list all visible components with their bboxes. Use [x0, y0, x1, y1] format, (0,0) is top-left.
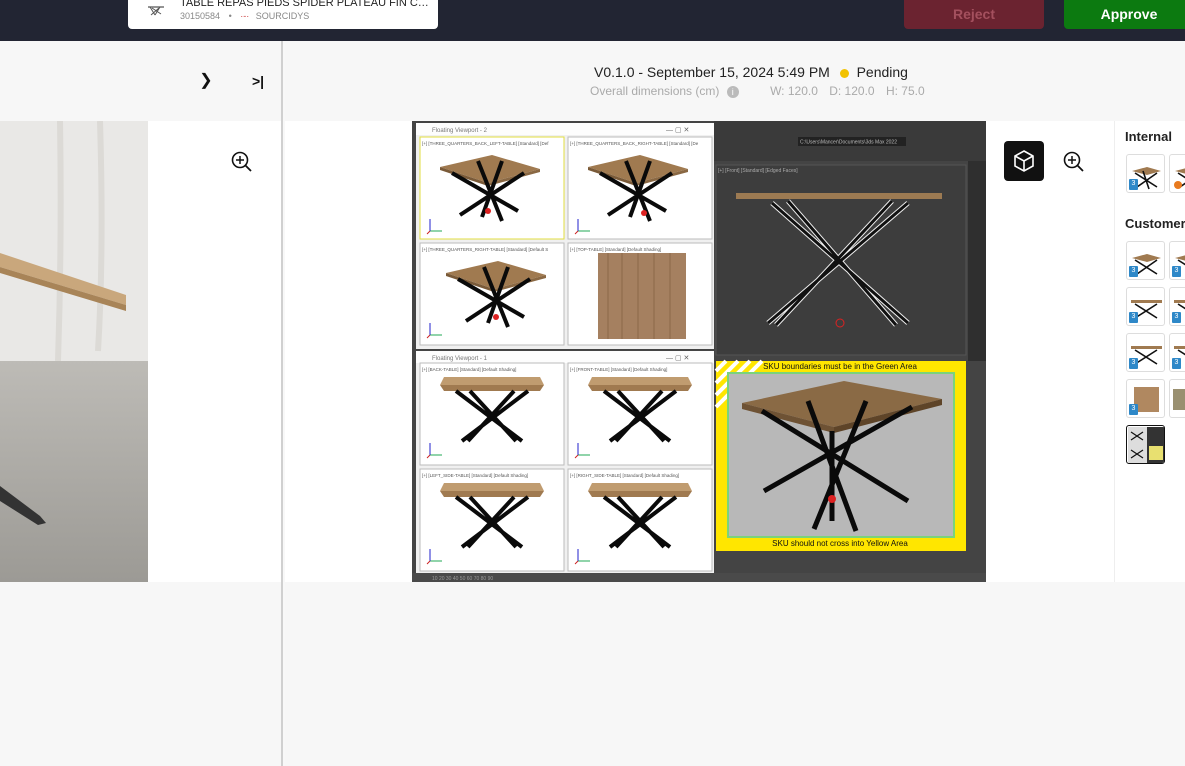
customer-asset-tile[interactable]: 3	[1126, 287, 1165, 326]
customer-asset-tile[interactable]: 3	[1126, 241, 1165, 280]
reject-button[interactable]: Reject	[904, 0, 1044, 29]
cube-icon	[1014, 150, 1034, 172]
zoom-in-icon[interactable]	[1063, 151, 1085, 173]
product-id: 30150584	[180, 11, 221, 21]
reference-photo-background	[148, 121, 281, 582]
brand-name: SOURCIDYS	[255, 11, 310, 21]
dimension-width: W: 120.0	[770, 84, 818, 98]
svg-text:— ▢ ✕: — ▢ ✕	[666, 127, 689, 134]
separator: •	[228, 11, 232, 21]
3d-badge-icon: 3	[1129, 179, 1138, 190]
viewport-label: [+] [LEFT_SIDE-TABLE] [Standard] [Defaul…	[422, 473, 528, 478]
status-dot	[839, 68, 849, 78]
3d-badge-icon: 3	[1172, 312, 1181, 323]
3d-badge-icon: 3	[1172, 266, 1181, 277]
screenshot-thumbnail	[1173, 389, 1185, 410]
reference-panel: ❯ >|	[0, 41, 283, 766]
zoom-in-icon[interactable]	[231, 151, 253, 173]
product-thumbnail-icon	[148, 6, 164, 16]
view-3d-button[interactable]	[1004, 141, 1044, 181]
3d-badge-icon: 3	[1129, 266, 1138, 277]
top-bar: TABLE REPAS PIEDS SPIDER PLATEAU FIN CAR…	[0, 0, 1185, 41]
internal-asset-tile[interactable]	[1169, 154, 1185, 193]
3d-badge-icon: 3	[1129, 358, 1138, 369]
3d-badge-icon: 3	[1129, 404, 1138, 415]
product-name: TABLE REPAS PIEDS SPIDER PLATEAU FIN CAR…	[180, 0, 432, 9]
chevron-right-icon[interactable]: ❯	[196, 71, 216, 91]
3d-badge-icon: 3	[1172, 358, 1181, 369]
dimension-depth: D: 120.0	[829, 84, 875, 98]
front-viewport-label: [+] [Front] [Standard] [Edged Faces]	[718, 168, 798, 174]
dimensions-label: Overall dimensions (cm)	[590, 84, 720, 98]
viewport-label: [+] [TOP-TABLE] [Standard] [Default Shad…	[570, 247, 661, 252]
viewport-top-title: Floating Viewport - 2	[432, 128, 488, 134]
reference-photo	[0, 121, 148, 582]
path-field: C:\Users\Mancer\Documents\3ds Max 2022	[800, 140, 897, 146]
customer-asset-tile[interactable]: 3	[1126, 333, 1165, 372]
main-empty-area	[285, 582, 1185, 766]
review-main: V0.1.0 - September 15, 2024 5:49 PM Pend…	[285, 41, 1185, 766]
version-label: V0.1.0 - September 15, 2024 5:49 PM	[594, 64, 830, 80]
model-viewer: Floating Viewport - 2 — ▢ ✕ [+] [THREE_Q…	[285, 121, 1114, 582]
skip-to-end-icon[interactable]: >|	[248, 71, 268, 91]
svg-text:— ▢ ✕: — ▢ ✕	[666, 355, 689, 362]
viewport-label: [+] [THREE_QUARTERS_RIGHT-TABLE] [Standa…	[422, 247, 548, 252]
customer-asset-tile[interactable]: 3	[1169, 241, 1185, 280]
product-meta: 30150584 • ·-· SOURCIDYS	[180, 11, 309, 21]
render-screenshot: Floating Viewport - 2 — ▢ ✕ [+] [THREE_Q…	[412, 121, 986, 582]
3d-badge-icon: 3	[1129, 312, 1138, 323]
internal-asset-tile[interactable]: 3	[1126, 154, 1165, 193]
viewport-label: [+] [FRONT-TABLE] [Standard] [Default Sh…	[570, 367, 667, 372]
selected-asset-tile[interactable]	[1126, 425, 1165, 464]
product-card[interactable]: TABLE REPAS PIEDS SPIDER PLATEAU FIN CAR…	[128, 0, 438, 29]
reference-photo-image	[0, 121, 148, 582]
customer-asset-tile[interactable]: 3	[1169, 287, 1185, 326]
status-badge: Pending	[856, 64, 908, 80]
dimension-height: H: 75.0	[885, 84, 925, 98]
customer-asset-tile[interactable]: 3	[1169, 333, 1185, 372]
viewport-label: [+] [BACK-TABLE] [Standard] [Default Sha…	[422, 367, 516, 372]
yellow-area-text: SKU should not cross into Yellow Area	[772, 539, 908, 548]
table-thumbnail	[1174, 168, 1185, 189]
info-icon[interactable]: i	[726, 85, 739, 98]
viewport-label: [+] [RIGHT_SIDE-TABLE] [Standard] [Defau…	[570, 473, 679, 478]
internal-label: Internal	[1125, 129, 1172, 144]
green-area-text: SKU boundaries must be in the Green Area	[763, 362, 917, 371]
viewport-bottom-title: Floating Viewport - 1	[432, 356, 488, 362]
dimensions-row: Overall dimensions (cm) i W: 120.0 D: 12…	[590, 84, 933, 98]
customer-asset-tile[interactable]	[1169, 379, 1185, 418]
customer-asset-tile[interactable]: 3	[1126, 379, 1165, 418]
version-header: V0.1.0 - September 15, 2024 5:49 PM Pend…	[285, 64, 1185, 80]
viewport-label: [+] [THREE_QUARTERS_BACK_LEFT-TABLE] [St…	[422, 141, 549, 146]
render-thumbnail	[1128, 427, 1164, 463]
brand-icon: ·-·	[240, 11, 250, 21]
reference-panel-empty	[0, 582, 281, 766]
render-screenshot-image: Floating Viewport - 2 — ▢ ✕ [+] [THREE_Q…	[412, 121, 986, 582]
viewport-label: [+] [THREE_QUARTERS_BACK_RIGHT-TABLE] [S…	[570, 141, 699, 146]
approve-button[interactable]: Approve	[1064, 0, 1185, 29]
customer-label: Customer	[1125, 216, 1185, 231]
asset-sidebar: Internal 3 Customer 3 3 3 3 3 3 3	[1114, 121, 1185, 582]
